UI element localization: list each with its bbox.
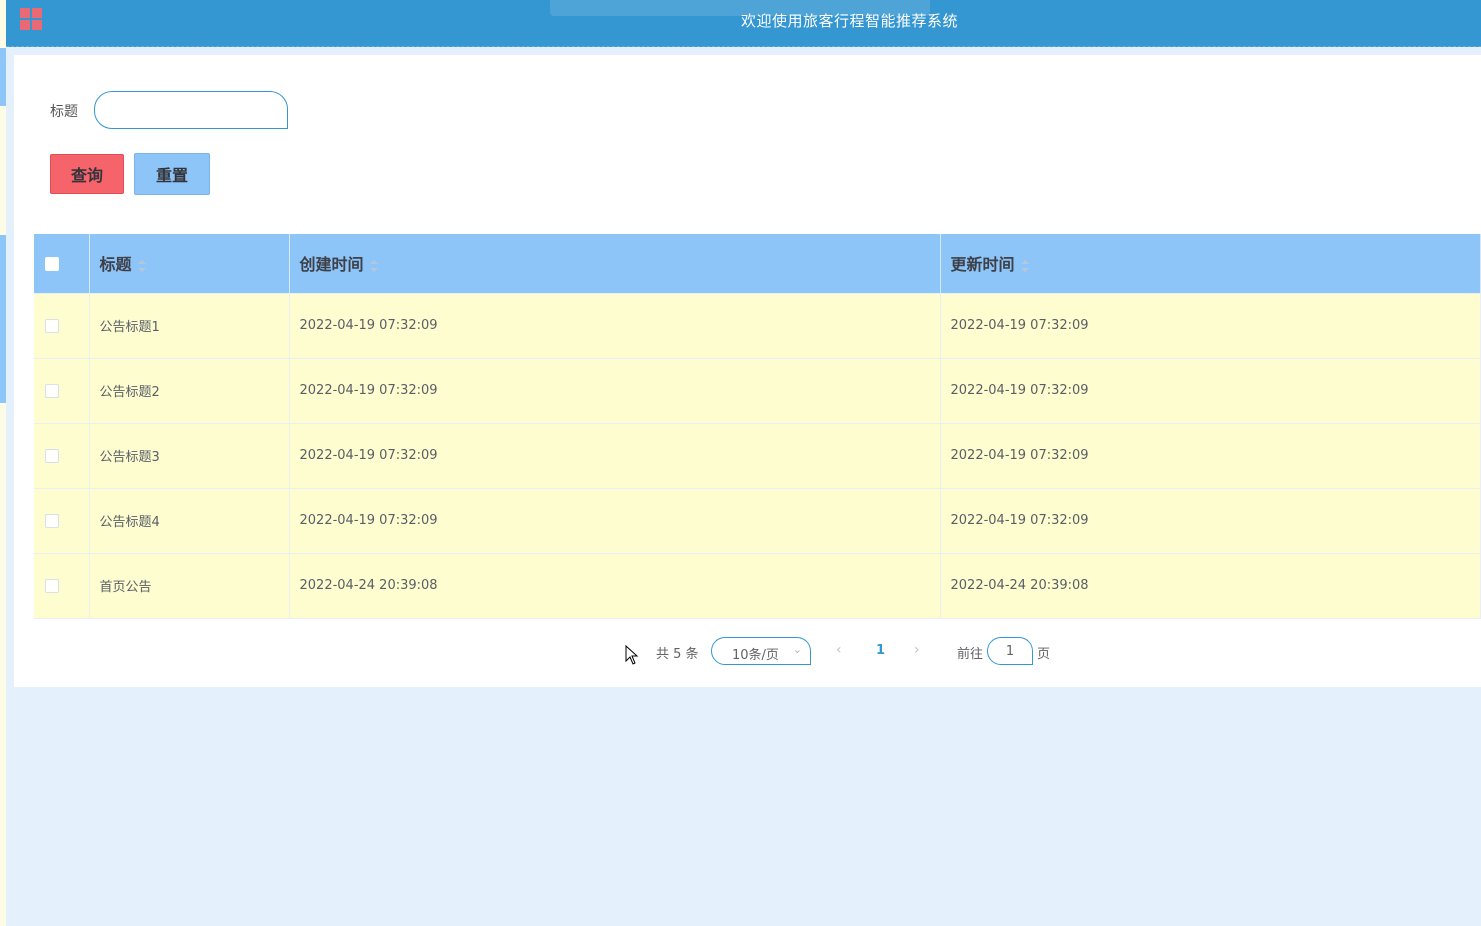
- row-checkbox[interactable]: [45, 318, 59, 333]
- table-row[interactable]: 公告标题1 2022-04-19 07:32:09 2022-04-19 07:…: [34, 293, 1481, 359]
- row-select-cell: [34, 358, 90, 424]
- row-checkbox[interactable]: [45, 448, 59, 463]
- table-row[interactable]: 首页公告 2022-04-24 20:39:08 2022-04-24 20:3…: [34, 553, 1481, 619]
- top-header: 欢迎使用旅客行程智能推荐系统: [6, 0, 1481, 47]
- query-button[interactable]: 查询: [50, 154, 124, 194]
- cell-updated: 2022-04-19 07:32:09: [940, 488, 1481, 554]
- cell-created: 2022-04-24 20:39:08: [289, 553, 941, 619]
- cell-created: 2022-04-19 07:32:09: [289, 488, 941, 554]
- left-edge-strip: [0, 0, 6, 926]
- table-header-row: 标题 创建时间 更新时间: [34, 234, 1481, 294]
- left-strip-segment: [0, 48, 6, 106]
- cell-title: 公告标题2: [89, 358, 290, 424]
- cell-title: 公告标题4: [89, 488, 290, 554]
- page: 欢迎使用旅客行程智能推荐系统 标题 查询 重置 标题 创建时间 更新时间 公告标…: [0, 0, 1481, 926]
- pagination-total: 共 5 条: [656, 647, 699, 662]
- left-strip-segment: [0, 235, 6, 403]
- column-header-label: 创建时间: [299, 255, 364, 275]
- chevron-down-icon: ⌄: [792, 643, 802, 656]
- select-all-checkbox[interactable]: [45, 257, 59, 272]
- row-select-cell: [34, 293, 90, 359]
- page-size-value: 10条/页: [732, 648, 779, 663]
- table-row[interactable]: 公告标题4 2022-04-19 07:32:09 2022-04-19 07:…: [34, 488, 1481, 554]
- row-checkbox[interactable]: [45, 383, 59, 398]
- sort-icon[interactable]: [1020, 259, 1029, 273]
- title-search-label: 标题: [50, 104, 78, 120]
- content-card: 标题 查询 重置 标题 创建时间 更新时间 公告标题1 2022-04-19 0…: [14, 55, 1481, 687]
- goto-label: 前往: [957, 647, 984, 662]
- column-header-title[interactable]: 标题: [89, 234, 290, 294]
- reset-button[interactable]: 重置: [134, 153, 210, 195]
- cell-updated: 2022-04-24 20:39:08: [940, 553, 1481, 619]
- row-checkbox[interactable]: [45, 513, 59, 528]
- grid-cell: [20, 20, 30, 30]
- prev-page-icon[interactable]: ‹: [836, 642, 842, 658]
- pagination: 共 5 条 10条/页 ⌄ ‹ 1 › 前往 页: [14, 636, 1481, 666]
- page-size-select[interactable]: 10条/页 ⌄: [711, 637, 811, 665]
- row-select-cell: [34, 488, 90, 554]
- sort-icon[interactable]: [369, 259, 378, 273]
- column-header-created[interactable]: 创建时间: [289, 234, 941, 294]
- grid-menu-icon[interactable]: [20, 8, 42, 30]
- title-search-input[interactable]: [94, 91, 288, 129]
- cell-created: 2022-04-19 07:32:09: [289, 423, 941, 489]
- row-checkbox[interactable]: [45, 578, 59, 593]
- app-title: 欢迎使用旅客行程智能推荐系统: [741, 12, 959, 30]
- cell-updated: 2022-04-19 07:32:09: [940, 293, 1481, 359]
- column-header-label: 更新时间: [950, 255, 1015, 275]
- grid-cell: [32, 8, 42, 18]
- table-row[interactable]: 公告标题2 2022-04-19 07:32:09 2022-04-19 07:…: [34, 358, 1481, 424]
- column-header-updated[interactable]: 更新时间: [940, 234, 1481, 294]
- grid-cell: [20, 8, 30, 18]
- sort-icon[interactable]: [137, 259, 146, 273]
- grid-cell: [32, 20, 42, 30]
- page-number-current[interactable]: 1: [876, 643, 885, 658]
- cell-created: 2022-04-19 07:32:09: [289, 358, 941, 424]
- cell-updated: 2022-04-19 07:32:09: [940, 358, 1481, 424]
- mouse-cursor-icon: [625, 645, 639, 665]
- cell-title: 公告标题1: [89, 293, 290, 359]
- notice-table: 标题 创建时间 更新时间 公告标题1 2022-04-19 07:32:09 2…: [34, 234, 1481, 619]
- page-suffix-label: 页: [1037, 647, 1051, 662]
- table-row[interactable]: 公告标题3 2022-04-19 07:32:09 2022-04-19 07:…: [34, 423, 1481, 489]
- goto-page-input[interactable]: [987, 637, 1033, 665]
- cell-updated: 2022-04-19 07:32:09: [940, 423, 1481, 489]
- row-select-cell: [34, 423, 90, 489]
- cell-title: 首页公告: [89, 553, 290, 619]
- next-page-icon[interactable]: ›: [914, 642, 920, 658]
- row-select-cell: [34, 553, 90, 619]
- cell-title: 公告标题3: [89, 423, 290, 489]
- select-all-cell: [34, 234, 90, 294]
- column-header-label: 标题: [99, 255, 132, 275]
- cell-created: 2022-04-19 07:32:09: [289, 293, 941, 359]
